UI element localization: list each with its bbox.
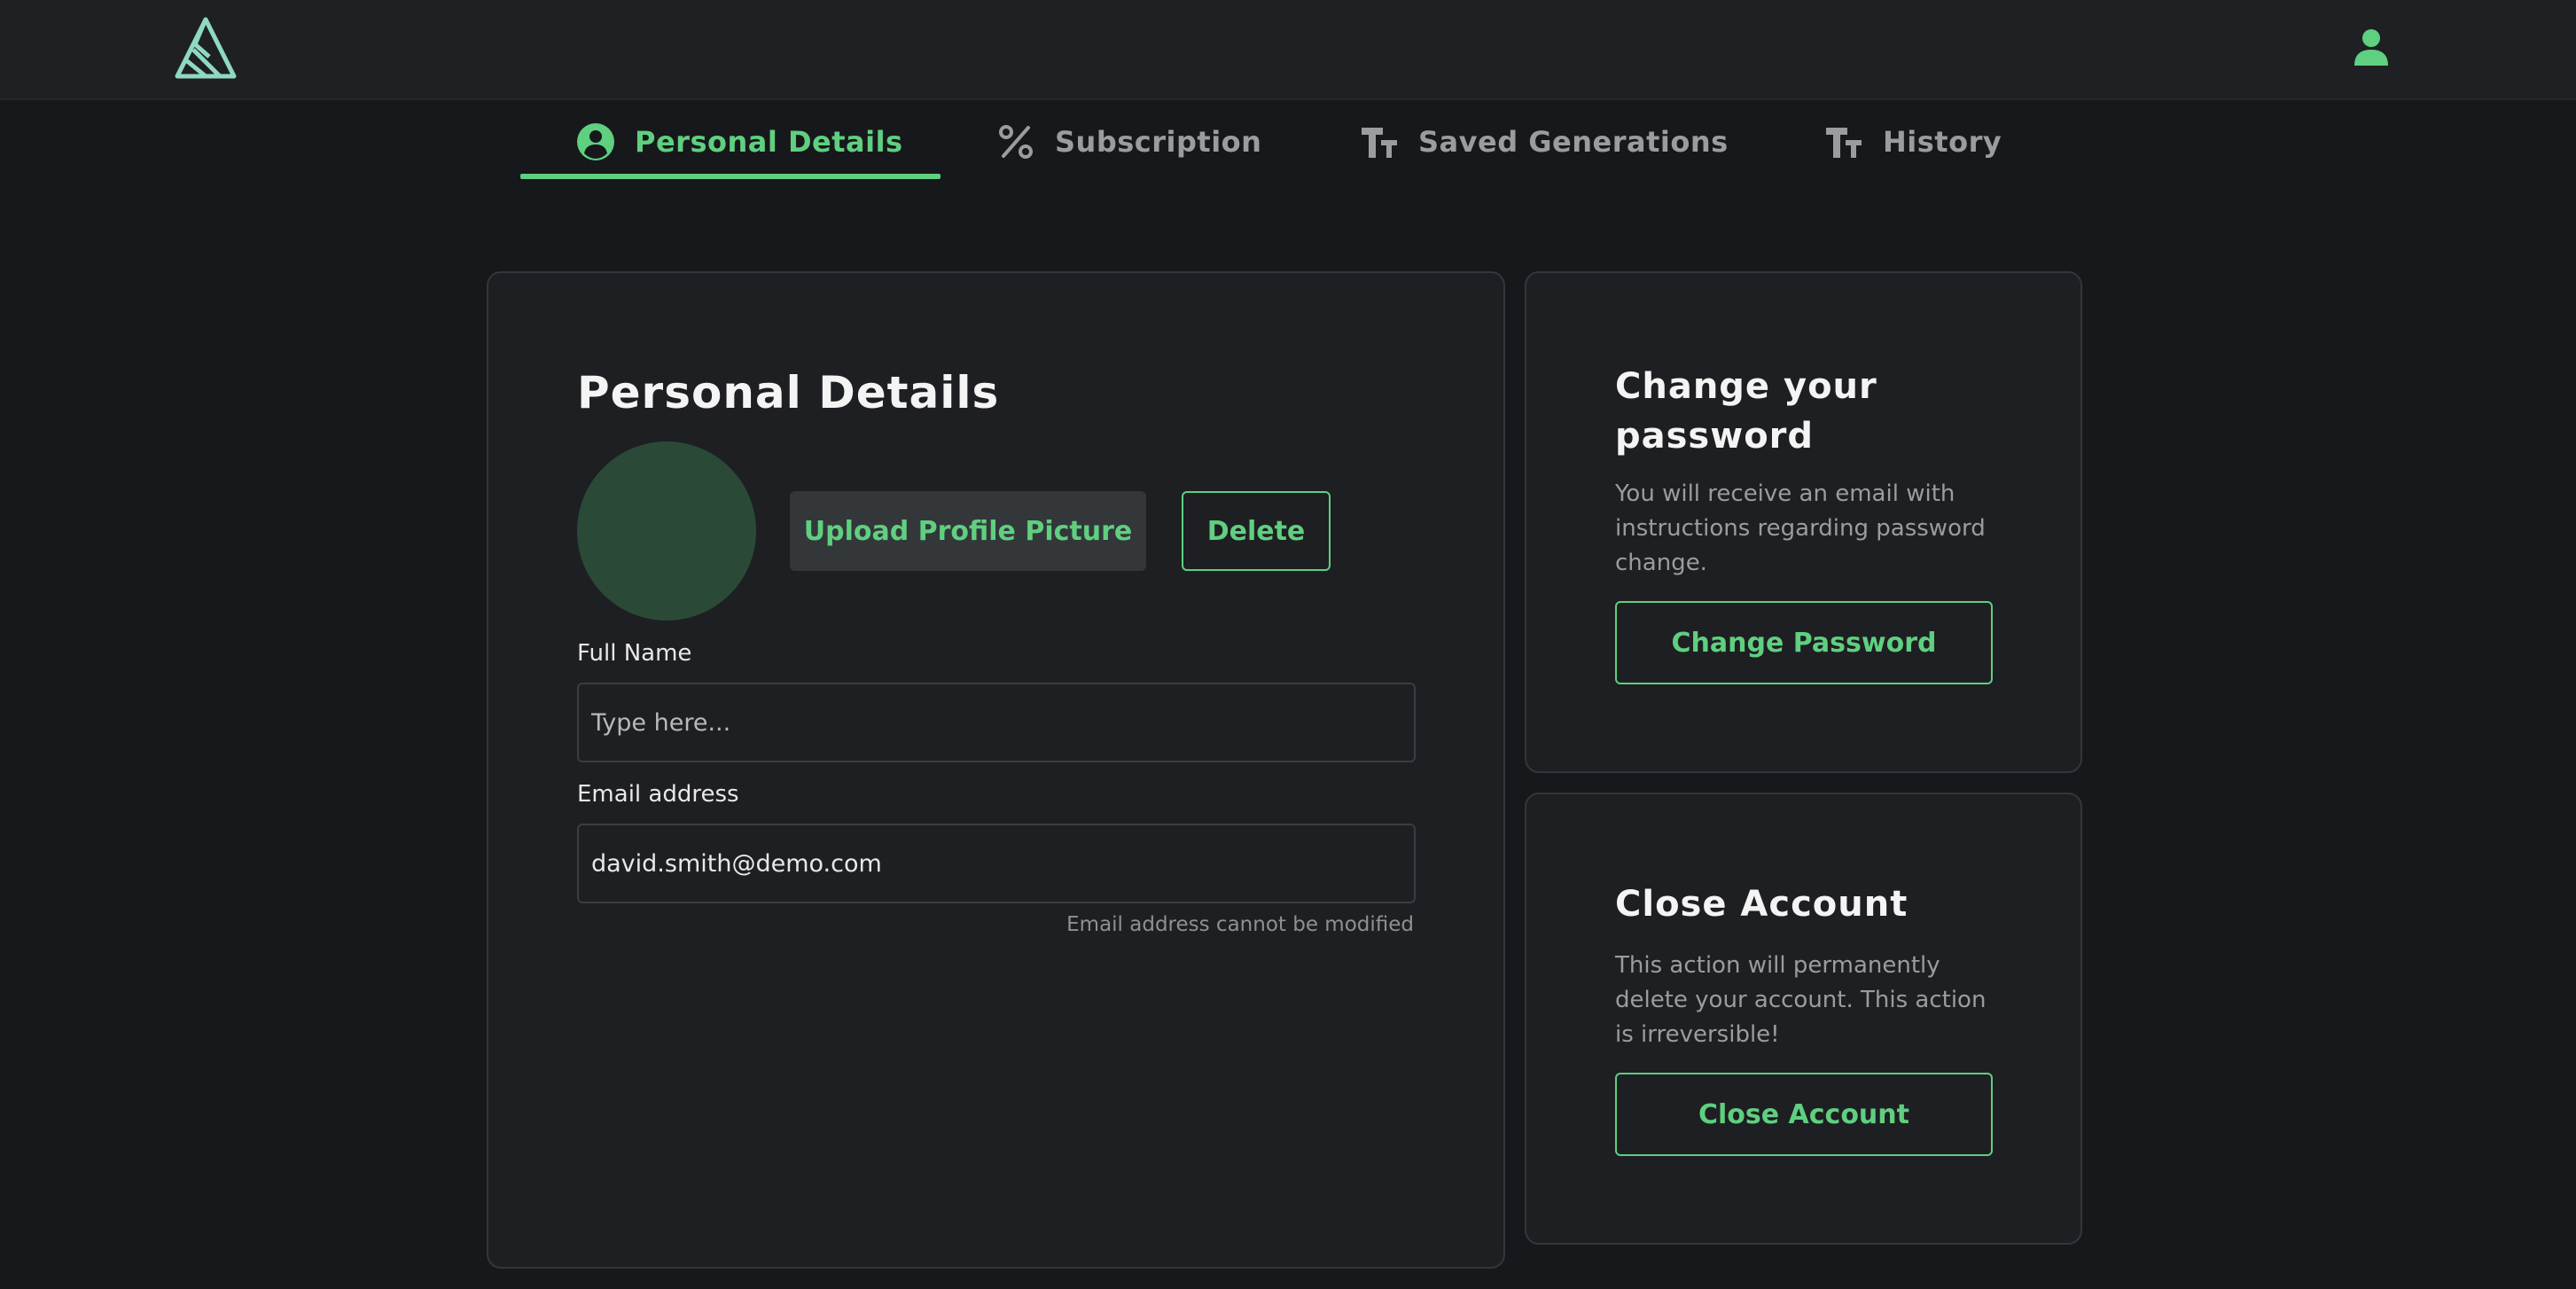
page-title: Personal Details — [577, 367, 1000, 418]
tab-label: Subscription — [1055, 125, 1262, 159]
tab-history[interactable]: History — [1824, 100, 2002, 184]
change-password-card: Change your password You will receive an… — [1525, 271, 2082, 773]
delete-picture-button[interactable]: Delete — [1182, 491, 1331, 571]
change-password-title: Change your password — [1615, 366, 1877, 457]
top-bar — [0, 0, 2576, 100]
tab-saved-generations[interactable]: Saved Generations — [1360, 100, 1729, 184]
change-password-button[interactable]: Change Password — [1615, 601, 1993, 684]
email-hint: Email address cannot be modified — [1066, 913, 1414, 936]
email-label: Email address — [577, 781, 739, 808]
email-field[interactable] — [577, 824, 1416, 903]
full-name-label: Full Name — [577, 640, 692, 667]
full-name-input[interactable] — [577, 683, 1416, 762]
tab-personal-details[interactable]: Personal Details — [576, 100, 903, 184]
tab-label: History — [1883, 125, 2002, 159]
close-account-title: Close Account — [1615, 884, 1909, 925]
upload-profile-picture-button[interactable]: Upload Profile Picture — [790, 491, 1146, 571]
change-password-description: You will receive an email with instructi… — [1615, 480, 1986, 576]
tab-bar: Personal Details Subscription Saved Gene… — [0, 100, 2576, 184]
triangle-logo-icon[interactable] — [174, 16, 238, 82]
active-tab-indicator — [520, 174, 941, 179]
tab-label: Personal Details — [635, 125, 903, 159]
user-icon[interactable] — [2351, 27, 2392, 69]
tab-label: Saved Generations — [1418, 125, 1729, 159]
avatar — [577, 441, 756, 621]
close-account-description: This action will permanently delete your… — [1615, 952, 1987, 1048]
text-size-icon — [1826, 128, 1862, 158]
user-circle-icon — [577, 123, 614, 160]
text-size-icon — [1362, 128, 1397, 158]
tab-subscription[interactable]: Subscription — [996, 100, 1261, 184]
percent-icon — [999, 125, 1033, 159]
close-account-card: Close Account This action will permanent… — [1525, 793, 2082, 1245]
close-account-button[interactable]: Close Account — [1615, 1073, 1993, 1156]
personal-details-card: Personal Details Upload Profile Picture … — [487, 271, 1505, 1269]
